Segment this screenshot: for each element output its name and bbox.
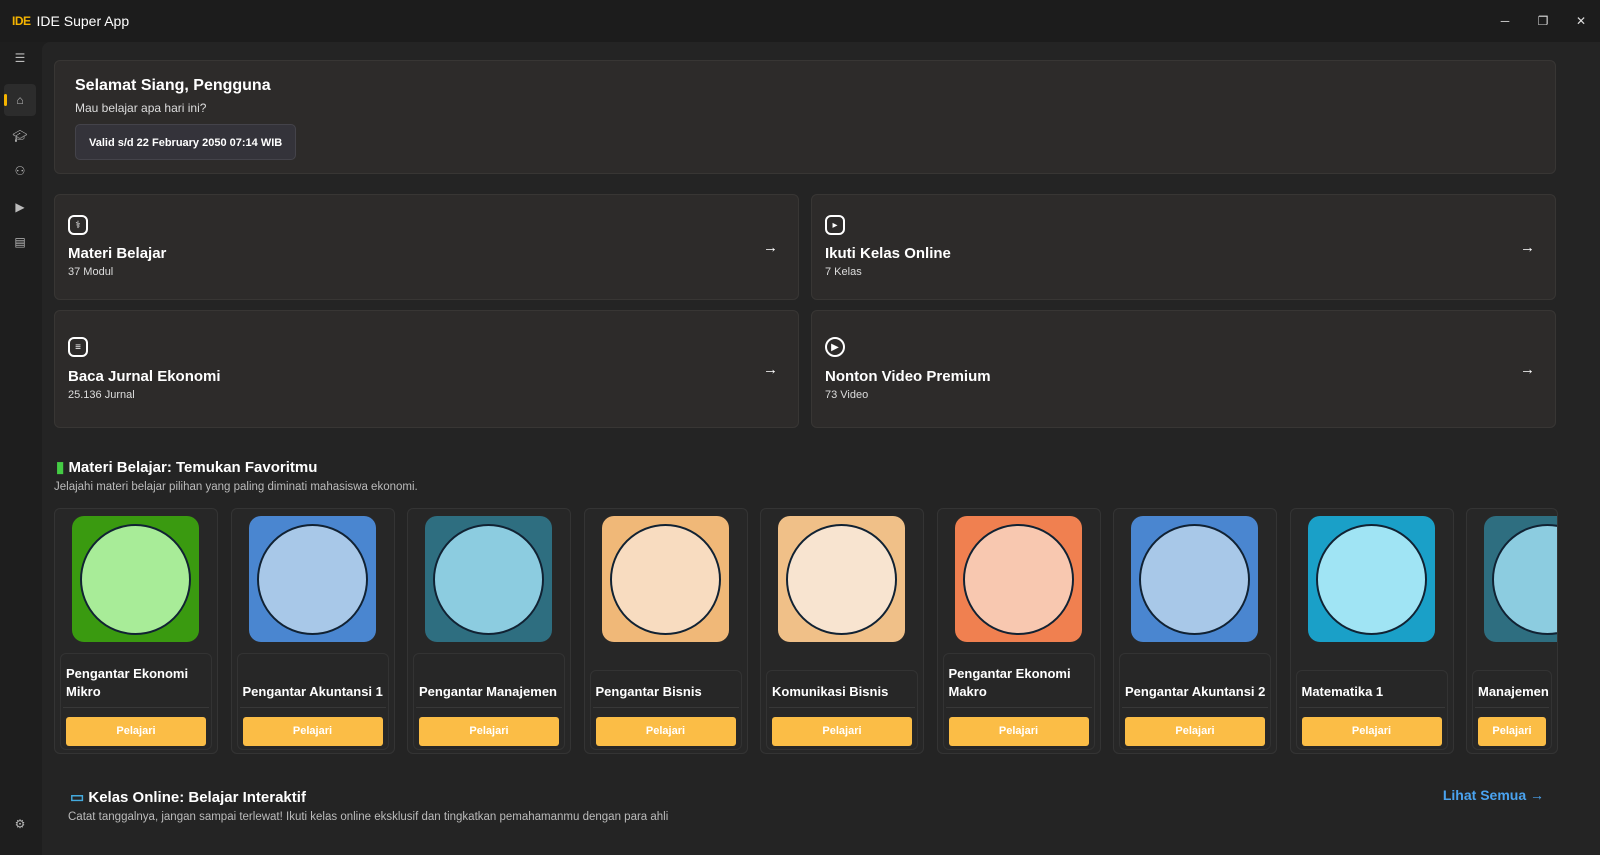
course-name: Pengantar Bisnis [595, 684, 702, 699]
course-thumbnail [778, 516, 905, 642]
computer-icon: ▭ [70, 789, 85, 806]
divider [239, 707, 386, 708]
course-thumbnail [1131, 516, 1258, 642]
course-card: Pengantar Ekonomi Makro Pelajari [936, 508, 1101, 754]
quick-card-kelas[interactable]: ▸ Ikuti Kelas Online 7 Kelas → [811, 194, 1556, 300]
settings-icon[interactable]: ⚙ [4, 808, 36, 840]
course-card: Pengantar Ekonomi Mikro Pelajari [54, 508, 218, 754]
books-icon: ▮ [56, 459, 65, 476]
course-thumbnail [954, 516, 1082, 642]
course-card: Matematika 1 Pelajari [1289, 508, 1454, 754]
greeting-subtitle: Mau belajar apa hari ini? [75, 101, 207, 115]
course-name: Pengantar Ekonomi Makro [948, 666, 1071, 699]
quick-card-count: 7 Kelas [825, 266, 862, 278]
course-card: Pengantar Manajemen Pelajari [407, 508, 571, 754]
divider [1122, 707, 1268, 708]
document-icon[interactable]: ▤ [4, 226, 36, 258]
quick-card-count: 37 Modul [68, 266, 114, 278]
course-card: Manajemen Pelajari [1466, 508, 1558, 754]
course-name: Pengantar Akuntansi 2 [1125, 684, 1266, 699]
quick-card-count: 73 Video [825, 389, 869, 401]
course-name: Manajemen [1478, 684, 1549, 699]
course-card: Komunikasi Bisnis Pelajari [760, 508, 924, 754]
maximize-button[interactable]: ❐ [1524, 0, 1562, 42]
greeting-card: Selamat Siang, Pengguna Mau belajar apa … [54, 60, 1556, 174]
divider [769, 707, 915, 708]
course-thumbnail [72, 516, 199, 642]
course-name: Pengantar Ekonomi Mikro [66, 666, 189, 699]
materi-section-title: ▮ Materi Belajar: Temukan Favoritmu [56, 458, 317, 476]
pelajari-button[interactable]: Pelajari [419, 717, 559, 746]
course-thumbnail [1307, 516, 1435, 642]
journal-icon: ≡ [68, 337, 88, 357]
divider [416, 707, 562, 708]
divider [945, 707, 1092, 708]
arrow-right-icon: → [763, 239, 778, 256]
pelajari-button[interactable]: Pelajari [1301, 717, 1442, 746]
quick-card-jurnal[interactable]: ≡ Baca Jurnal Ekonomi 25.136 Jurnal → [54, 310, 799, 428]
stethoscope-icon: ⚕ [68, 215, 88, 235]
arrow-right-icon: → [1520, 239, 1535, 256]
quick-card-title: Baca Jurnal Ekonomi [68, 368, 221, 385]
arrow-right-icon: → [1520, 361, 1535, 378]
course-name: Komunikasi Bisnis [772, 684, 889, 699]
materi-title-text: Materi Belajar: Temukan Favoritmu [68, 459, 318, 476]
title-bar: IDE IDE Super App ─ ❐ ✕ [0, 0, 1600, 42]
kelas-section-title: ▭ Kelas Online: Belajar Interaktif [70, 788, 306, 806]
pelajari-button[interactable]: Pelajari [595, 717, 736, 746]
pelajari-button[interactable]: Pelajari [242, 717, 383, 746]
course-name: Pengantar Manajemen [419, 684, 557, 699]
quick-card-count: 25.136 Jurnal [68, 389, 135, 401]
video-icon: ▸ [825, 215, 845, 235]
divider [63, 707, 209, 708]
see-all-link[interactable]: Lihat Semua → [1443, 787, 1544, 803]
course-thumbnail [425, 516, 552, 642]
pelajari-button[interactable]: Pelajari [1125, 717, 1265, 746]
home-icon[interactable]: ⌂ [4, 84, 36, 116]
menu-icon[interactable]: ☰ [4, 42, 36, 74]
quick-card-title: Nonton Video Premium [825, 368, 991, 385]
divider [1475, 707, 1549, 708]
divider [1298, 707, 1445, 708]
pelajari-button[interactable]: Pelajari [772, 717, 912, 746]
kelas-section-subtitle: Catat tanggalnya, jangan sampai terlewat… [68, 811, 669, 823]
play-circle-icon: ▶ [825, 337, 845, 357]
pelajari-button[interactable]: Pelajari [1478, 717, 1546, 746]
sidebar: ☰ ⌂ 🎓︎ ⚇ ▶ ▤ ⚙ [0, 42, 42, 855]
materi-section-subtitle: Jelajahi materi belajar pilihan yang pal… [54, 481, 418, 493]
course-thumbnail [1484, 516, 1557, 642]
see-all-label: Lihat Semua [1442, 787, 1527, 803]
course-name: Matematika 1 [1301, 684, 1384, 699]
course-thumbnail [601, 516, 729, 642]
divider [592, 707, 739, 708]
course-thumbnail [248, 516, 376, 642]
course-card: Pengantar Bisnis Pelajari [583, 508, 748, 754]
course-name: Pengantar Akuntansi 1 [242, 684, 383, 699]
app-title: IDE Super App [36, 13, 130, 29]
quick-card-title: Ikuti Kelas Online [825, 245, 951, 262]
play-icon[interactable]: ▶ [4, 191, 36, 223]
pelajari-button[interactable]: Pelajari [66, 717, 206, 746]
validity-badge: Valid s/d 22 February 2050 07:14 WIB [75, 124, 297, 160]
kelas-title-text: Kelas Online: Belajar Interaktif [88, 789, 306, 806]
quick-card-video[interactable]: ▶ Nonton Video Premium 73 Video → [811, 310, 1556, 428]
app-logo: IDE [12, 14, 31, 28]
users-icon[interactable]: ⚇ [4, 155, 36, 187]
close-button[interactable]: ✕ [1562, 0, 1600, 42]
course-card: Pengantar Akuntansi 2 Pelajari [1113, 508, 1277, 754]
quick-card-materi[interactable]: ⚕ Materi Belajar 37 Modul → [54, 194, 799, 300]
graduation-cap-icon[interactable]: 🎓︎ [4, 120, 36, 152]
quick-card-title: Materi Belajar [68, 245, 167, 262]
main-content: Selamat Siang, Pengguna Mau belajar apa … [42, 42, 1600, 855]
pelajari-button[interactable]: Pelajari [948, 717, 1089, 746]
minimize-button[interactable]: ─ [1486, 0, 1524, 42]
greeting-title: Selamat Siang, Pengguna [75, 77, 271, 94]
arrow-right-icon: → [763, 361, 778, 378]
course-card: Pengantar Akuntansi 1 Pelajari [230, 508, 395, 754]
